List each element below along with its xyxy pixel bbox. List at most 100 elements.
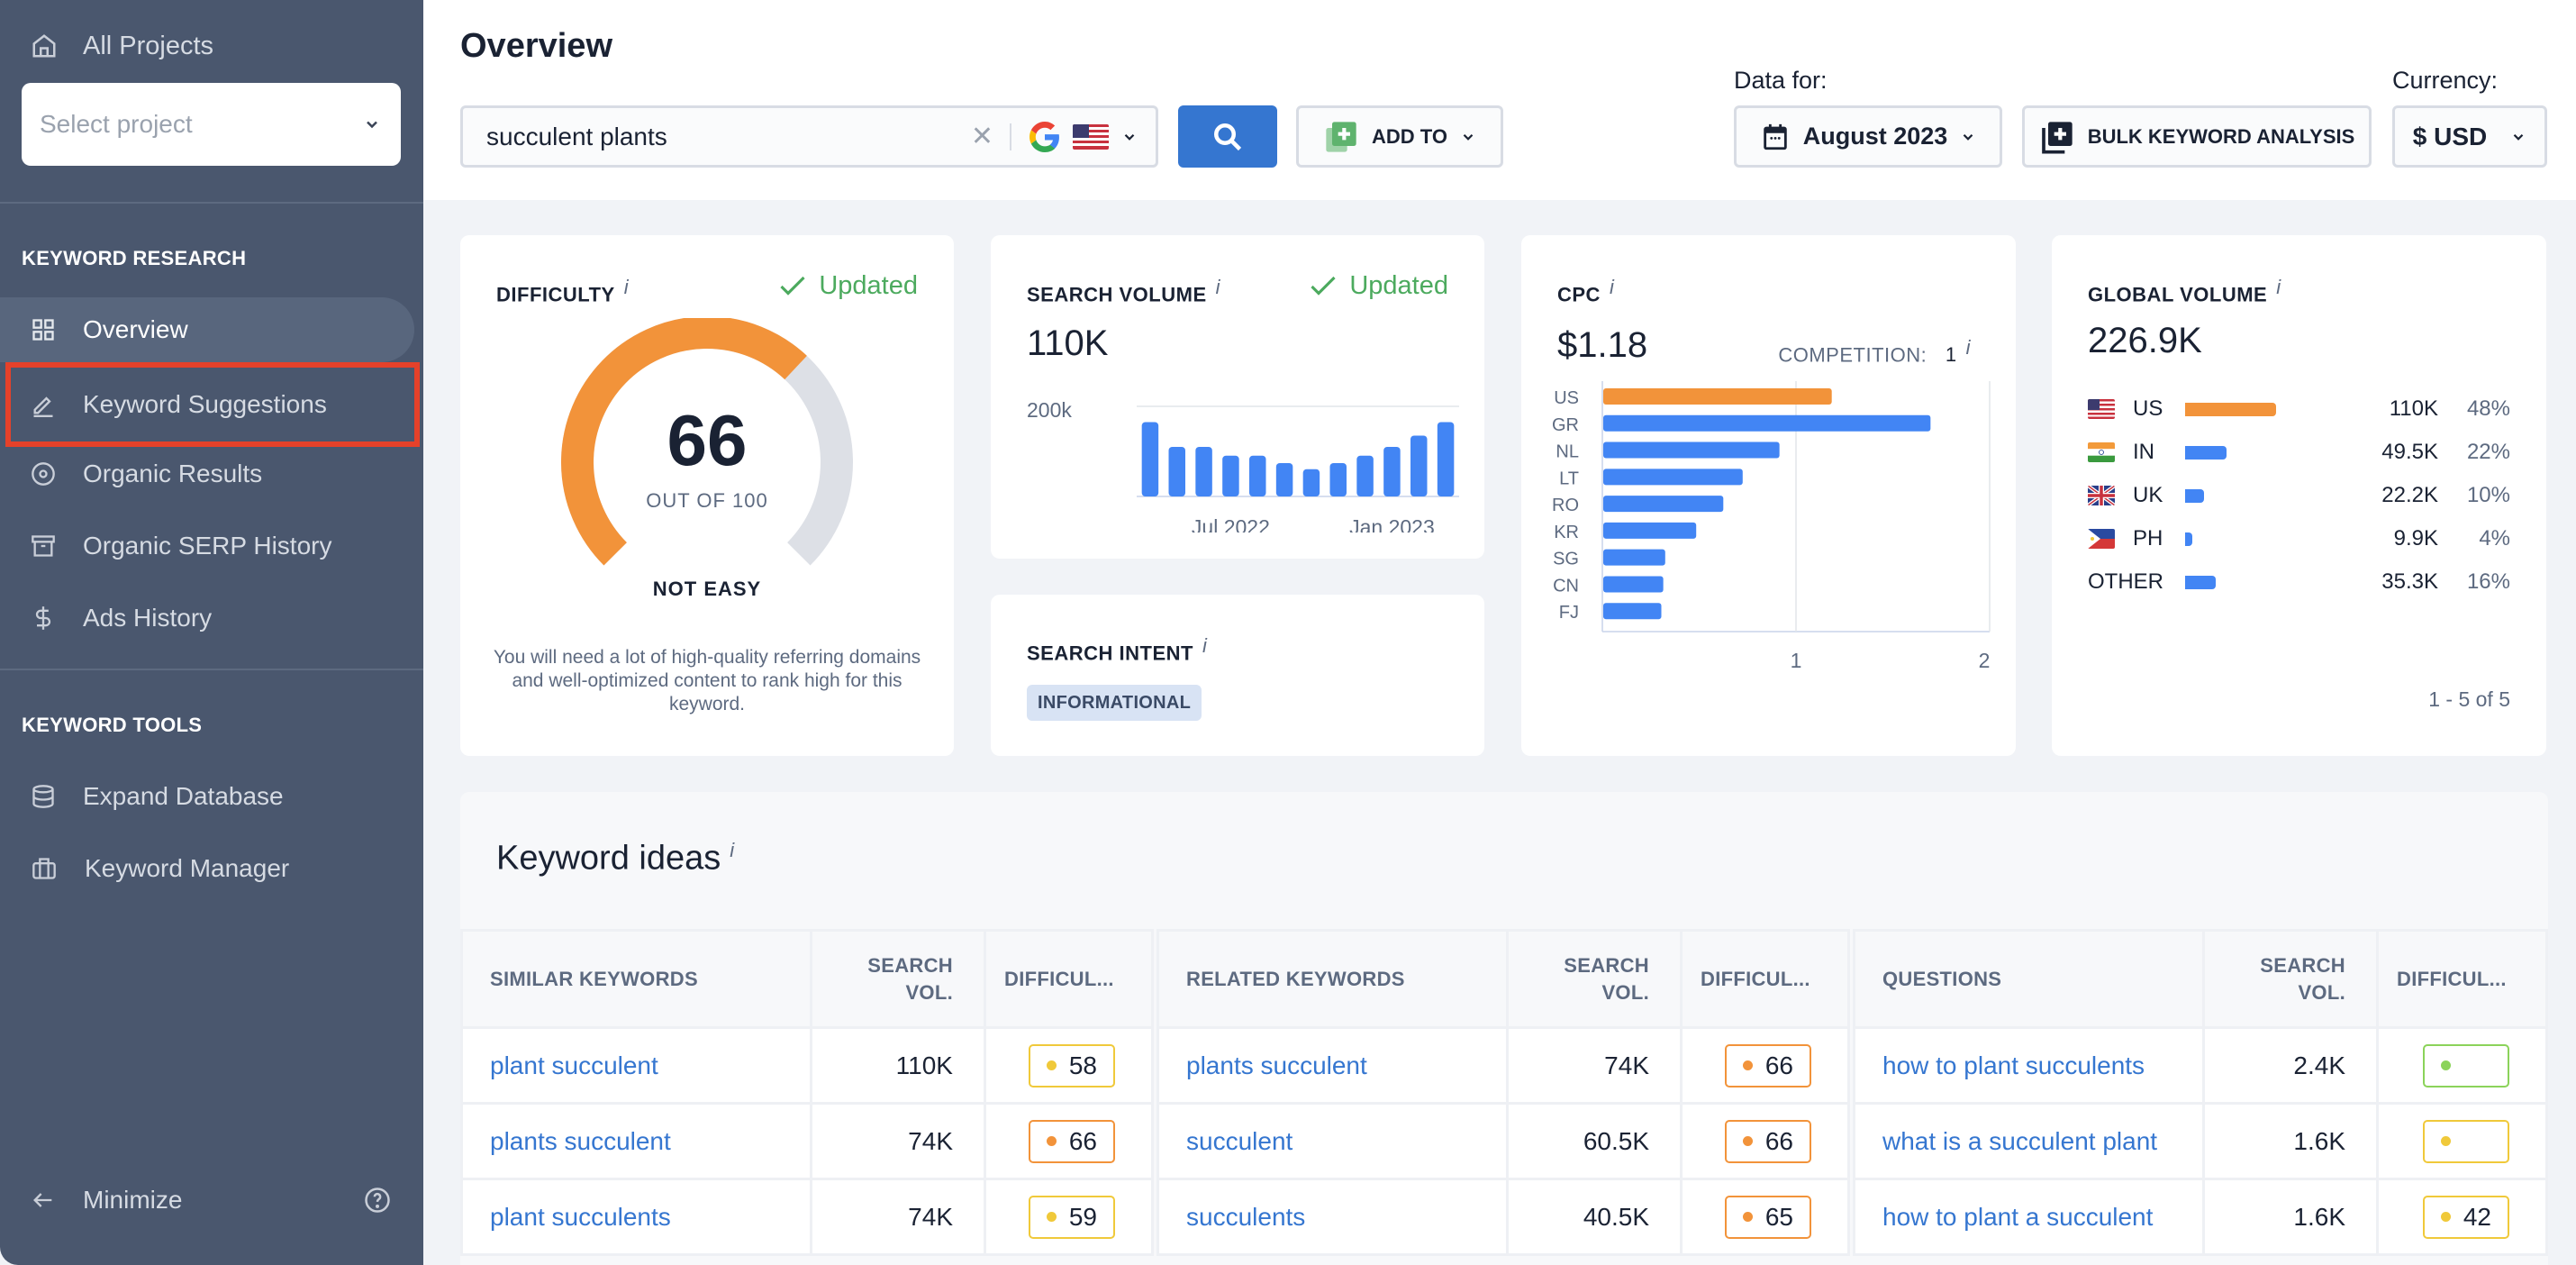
column-header[interactable]: RELATED KEYWORDS — [1159, 932, 1506, 1026]
info-icon[interactable]: i — [1966, 336, 1971, 359]
table-row: what is a succulent plant 1.6K — [1855, 1105, 2545, 1178]
column-header-difficulty[interactable]: DIFFICUL... — [1683, 932, 1847, 1026]
search-button[interactable] — [1178, 105, 1277, 168]
difficulty-dot — [1046, 1136, 1057, 1146]
search-value[interactable]: succulent plants — [486, 123, 971, 151]
column-header-search-vol[interactable]: SEARCH VOL. — [1509, 932, 1680, 1026]
us-flag-icon — [2088, 399, 2115, 419]
country-percent: 10% — [2466, 483, 2510, 507]
keyword-link[interactable]: plant succulents — [463, 1180, 810, 1253]
cpc-bar — [1603, 576, 1664, 593]
column-header-difficulty[interactable]: DIFFICUL... — [2379, 932, 2545, 1026]
difficulty-badge — [2423, 1119, 2509, 1163]
difficulty-value: 59 — [1068, 1202, 1097, 1231]
y-tick-label: NL — [1556, 442, 1579, 462]
search-volume-title: SEARCH VOLUME — [1027, 283, 1207, 306]
keyword-link[interactable]: succulent — [1159, 1105, 1506, 1178]
volume-bar — [1222, 455, 1239, 496]
table-row: how to plant succulents 2.4K — [1855, 1029, 2545, 1102]
difficulty-dot — [1046, 1060, 1057, 1070]
sidebar-item-overview[interactable]: Overview — [0, 297, 414, 362]
volume-bar — [1329, 463, 1347, 496]
sidebar-item-label: Organic Results — [83, 460, 263, 487]
difficulty-cell: 66 — [1683, 1105, 1847, 1178]
country-row: IN 49.5K 22% — [2088, 436, 2510, 469]
info-icon[interactable]: i — [730, 839, 734, 861]
table-row: plants succulent 74K 66 — [463, 1105, 1151, 1178]
y-tick-label: KR — [1554, 523, 1579, 542]
difficulty-badge: 59 — [1028, 1195, 1115, 1239]
clear-icon[interactable]: ✕ — [971, 121, 993, 152]
volume-bar — [1383, 447, 1401, 496]
cpc-bar — [1603, 414, 1931, 432]
currency-value: $ USD — [2412, 122, 2488, 150]
chevron-down-icon[interactable] — [1121, 129, 1138, 145]
all-projects-link[interactable]: All Projects — [31, 23, 213, 68]
sidebar-item-ads-history[interactable]: Ads History — [0, 586, 414, 651]
cpc-bar — [1603, 388, 1832, 405]
keyword-link[interactable]: plants succulent — [463, 1105, 810, 1178]
add-to-button[interactable]: ADD TO — [1296, 105, 1503, 168]
y-tick-label: US — [1554, 388, 1579, 408]
us-flag-icon[interactable] — [1073, 123, 1109, 150]
currency-select[interactable]: $ USD — [2392, 105, 2547, 168]
pagination: 1 - 5 of 5 — [2428, 687, 2510, 711]
sidebar-item-label: Organic SERP History — [83, 532, 332, 560]
table-header-row: QUESTIONS SEARCH VOL. DIFFICUL... — [1855, 932, 2545, 1026]
keyword-link[interactable]: how to plant a succulent — [1855, 1180, 2202, 1253]
keyword-link[interactable]: succulents — [1159, 1180, 1506, 1253]
keyword-link[interactable]: plants succulent — [1159, 1029, 1506, 1102]
country-percent: 4% — [2479, 526, 2510, 551]
briefcase-icon — [32, 858, 56, 879]
search-volume-cell: 1.6K — [2205, 1180, 2376, 1253]
check-icon — [780, 276, 805, 296]
volume-bar — [1302, 469, 1320, 496]
cpc-value: $1.18 — [1557, 325, 1648, 365]
difficulty-badge: 65 — [1724, 1195, 1811, 1239]
volume-bar — [1356, 455, 1374, 496]
date-select[interactable]: August 2023 — [1734, 105, 2002, 168]
difficulty-dot — [1046, 1212, 1057, 1222]
info-icon[interactable]: i — [1202, 634, 1207, 657]
column-header-difficulty[interactable]: DIFFICUL... — [986, 932, 1151, 1026]
volume-bar — [1410, 435, 1428, 496]
search-volume-chart: 200k Jul 2022 Jan 2023 — [1027, 398, 1459, 532]
card-title: SEARCH VOLUME i — [1027, 276, 1220, 306]
google-icon[interactable] — [1029, 121, 1060, 152]
info-icon[interactable]: i — [2276, 276, 2281, 298]
keyword-link[interactable]: plant succulent — [463, 1029, 810, 1102]
difficulty-out-of: OUT OF 100 — [646, 489, 768, 512]
country-volume: 22.2K — [2381, 483, 2438, 507]
column-header[interactable]: QUESTIONS — [1855, 932, 2202, 1026]
bulk-keyword-analysis-button[interactable]: BULK KEYWORD ANALYSIS — [2022, 105, 2372, 168]
country-row: OTHER 35.3K 16% — [2088, 566, 2510, 598]
sidebar-item-organic-results[interactable]: Organic Results — [0, 441, 414, 506]
sidebar-item-expand-database[interactable]: Expand Database — [0, 764, 414, 829]
x-tick-label: 2 — [1979, 649, 1991, 672]
cpc-country-chart: 1 2 US GR NL LT RO KR SG CN FJ — [1552, 381, 1991, 672]
info-icon[interactable]: i — [624, 276, 629, 298]
search-volume-value: 110K — [1027, 323, 1109, 363]
difficulty-dot — [2440, 1212, 2451, 1222]
help-icon[interactable] — [364, 1187, 391, 1214]
keyword-link[interactable]: how to plant succulents — [1855, 1029, 2202, 1102]
difficulty-description: You will need a lot of high-quality refe… — [493, 647, 921, 714]
keyword-search-input[interactable]: succulent plants ✕ — [460, 105, 1158, 168]
keyword-table-questions: QUESTIONS SEARCH VOL. DIFFICUL... how to pla… — [1853, 929, 2548, 1256]
country-percent: 16% — [2466, 569, 2510, 594]
column-header-search-vol[interactable]: SEARCH VOL. — [2205, 932, 2376, 1026]
info-icon[interactable]: i — [1216, 276, 1220, 298]
keyword-link[interactable]: what is a succulent plant — [1855, 1105, 2202, 1178]
y-tick-label: FJ — [1559, 603, 1579, 623]
column-header-search-vol[interactable]: SEARCH VOL. — [812, 932, 984, 1026]
sidebar-item-keyword-manager[interactable]: Keyword Manager — [0, 836, 414, 901]
sidebar-item-organic-serp-history[interactable]: Organic SERP History — [0, 514, 414, 578]
keyword-table-related-keywords: RELATED KEYWORDS SEARCH VOL. DIFFICUL... pla… — [1156, 929, 1850, 1256]
y-tick-label: RO — [1552, 496, 1579, 515]
sidebar-item-keyword-suggestions[interactable]: Keyword Suggestions — [5, 362, 420, 447]
arrow-left-icon — [33, 1193, 52, 1207]
minimize-button[interactable]: Minimize — [31, 1186, 391, 1215]
info-icon[interactable]: i — [1610, 276, 1614, 298]
column-header[interactable]: SIMILAR KEYWORDS — [463, 932, 810, 1026]
project-select[interactable]: Select project — [22, 83, 401, 166]
